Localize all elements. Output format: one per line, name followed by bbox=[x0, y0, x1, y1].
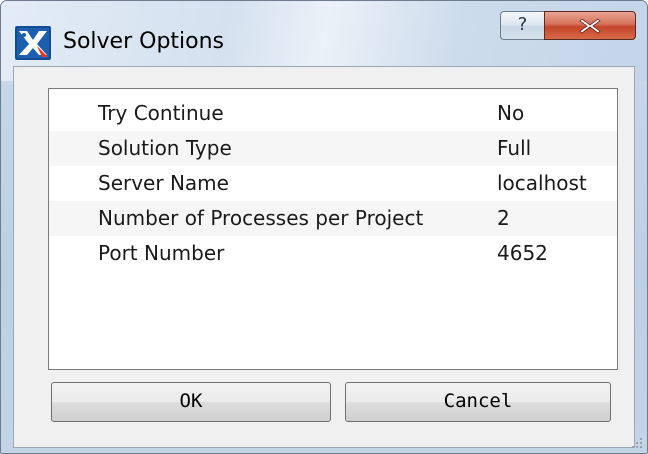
option-name: Try Continue bbox=[98, 101, 224, 125]
table-row[interactable]: Try Continue No bbox=[49, 96, 617, 131]
options-table[interactable]: Try Continue No Solution Type Full Serve… bbox=[48, 88, 618, 370]
window-title: Solver Options bbox=[63, 29, 225, 54]
solver-options-dialog: Solver Options ? Try Continue No Solutio… bbox=[0, 0, 648, 454]
option-value[interactable]: localhost bbox=[497, 166, 587, 201]
close-button[interactable] bbox=[544, 11, 636, 40]
table-row[interactable]: Number of Processes per Project 2 bbox=[49, 201, 617, 236]
option-value[interactable]: 4652 bbox=[497, 236, 548, 271]
dialog-content: Try Continue No Solution Type Full Serve… bbox=[13, 66, 635, 448]
option-name: Number of Processes per Project bbox=[98, 206, 424, 230]
solver-app-icon bbox=[15, 26, 51, 60]
close-icon bbox=[579, 18, 601, 34]
option-name: Solution Type bbox=[98, 136, 232, 160]
help-button[interactable]: ? bbox=[500, 11, 545, 40]
option-name: Server Name bbox=[98, 171, 229, 195]
resize-grip-icon[interactable] bbox=[629, 435, 643, 449]
table-row[interactable]: Solution Type Full bbox=[49, 131, 617, 166]
ok-button[interactable]: OK bbox=[51, 382, 331, 422]
table-row[interactable]: Port Number 4652 bbox=[49, 236, 617, 271]
option-value[interactable]: Full bbox=[497, 131, 531, 166]
table-row[interactable]: Server Name localhost bbox=[49, 166, 617, 201]
option-value[interactable]: No bbox=[497, 96, 524, 131]
option-name: Port Number bbox=[98, 241, 225, 265]
help-icon: ? bbox=[517, 14, 528, 35]
option-value[interactable]: 2 bbox=[497, 201, 510, 236]
cancel-button[interactable]: Cancel bbox=[345, 382, 611, 422]
